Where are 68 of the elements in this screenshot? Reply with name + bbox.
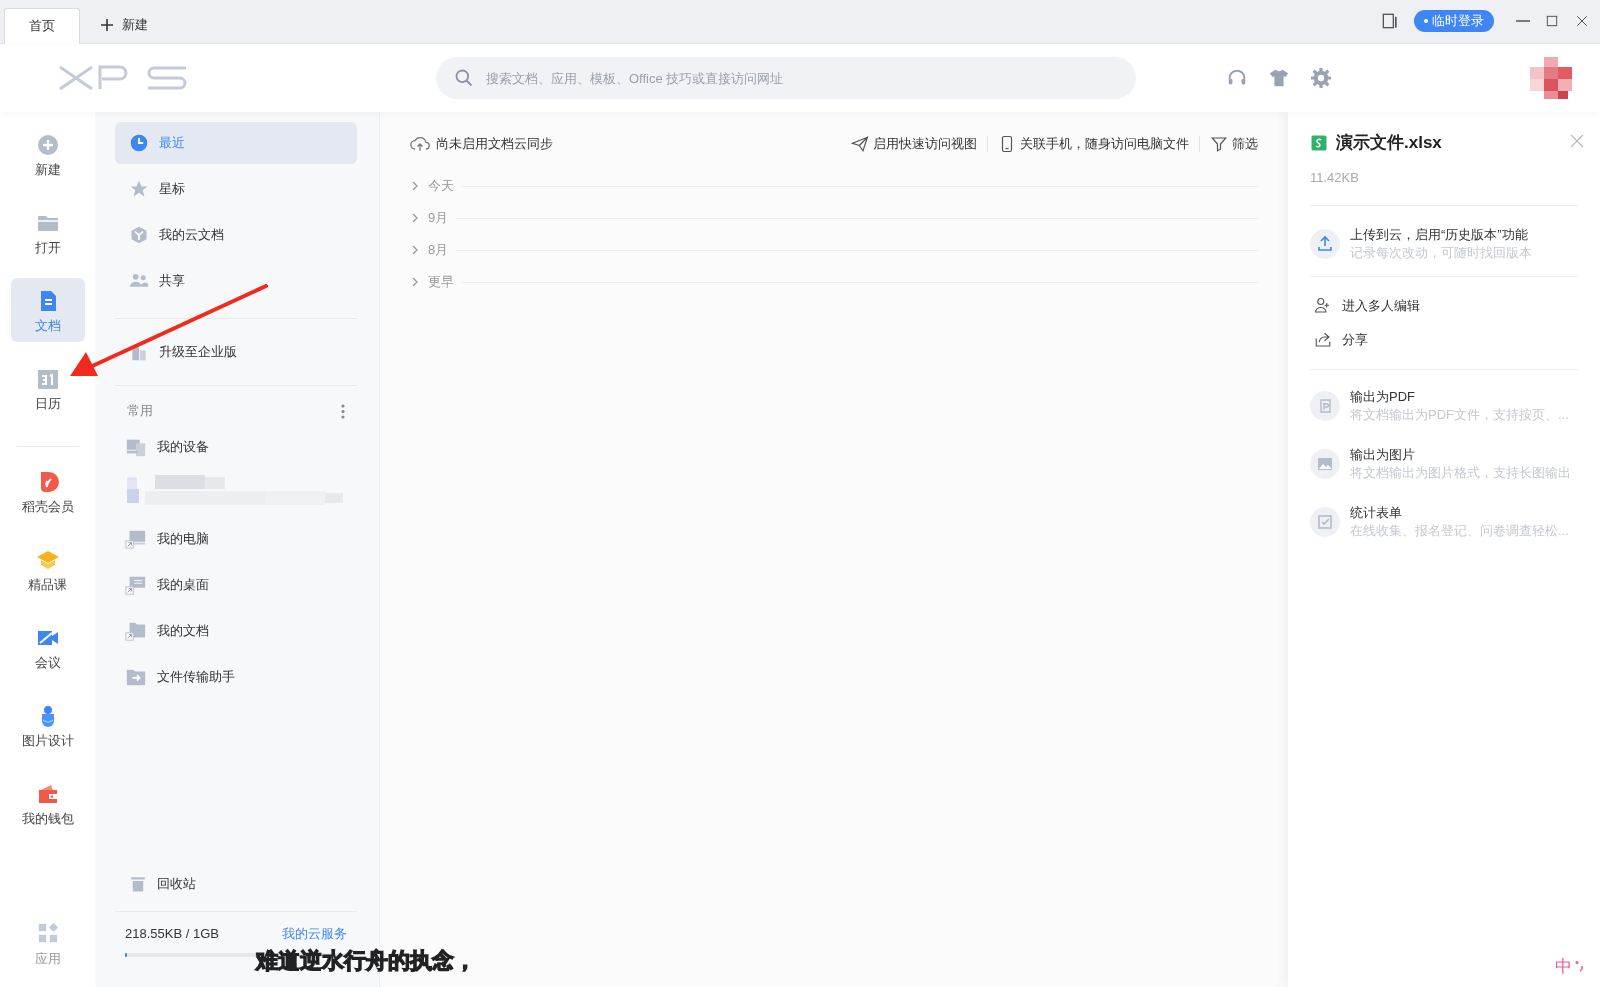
quick-view-button[interactable]: 启用快速访问视图 [851, 134, 977, 154]
settings-icon [1310, 67, 1332, 89]
action-item[interactable]: 分享 [1310, 323, 1578, 357]
cloud-sync-status[interactable]: 尚未启用文档云同步 [410, 134, 553, 154]
search-field[interactable]: 搜索文档、应用、模板、Office 技巧或直接访问网址 [436, 57, 1136, 99]
chevron-icon [410, 245, 420, 255]
shirt-icon [1268, 67, 1290, 89]
rail-item[interactable]: 精品课 [10, 537, 85, 601]
trash-item[interactable]: 回收站 [115, 862, 357, 905]
pdf-icon [1310, 391, 1340, 421]
image-icon [1310, 449, 1340, 479]
close-icon [1574, 13, 1590, 29]
link-phone-button[interactable]: 关联手机，随身访问电脑文件 [998, 134, 1189, 154]
maximize-icon [1544, 13, 1560, 29]
filter-button[interactable]: 筛选 [1210, 134, 1258, 154]
tab[interactable]: 首页 [4, 8, 80, 44]
plus-icon [35, 132, 60, 157]
action-item[interactable]: 上传到云，启用“历史版本”功能 记录每次改动，可随时找回版本 [1310, 226, 1578, 262]
file-name: 演示文件.xlsx [1336, 132, 1442, 154]
dot-icon [1424, 19, 1428, 23]
file-size: 11.42KB [1310, 168, 1360, 187]
tablet-icon [1380, 11, 1400, 31]
avatar[interactable] [1530, 57, 1572, 99]
plus-icon [100, 18, 114, 32]
nav-item[interactable]: 文件传输助手 [115, 654, 357, 700]
cloud-service-link[interactable]: 我的云服务 [282, 923, 347, 943]
checklist-icon [1310, 507, 1340, 537]
chevron-icon [410, 181, 420, 191]
nav-item[interactable]: 我的桌面 [115, 562, 357, 608]
desktop-icon [125, 574, 147, 596]
nav-item[interactable]: 我的文档 [115, 608, 357, 654]
rail-item[interactable]: 新建 [10, 122, 85, 186]
upload-icon [1310, 229, 1340, 259]
folder-icon [125, 620, 147, 642]
chevron-icon [410, 277, 420, 287]
upgrade-item[interactable]: 升级至企业版 [115, 331, 357, 373]
rail-item[interactable]: 图片设计 [10, 693, 85, 757]
trash-icon [129, 874, 147, 893]
section-title: 常用 [127, 402, 153, 421]
cloud-upload-icon [410, 135, 430, 153]
close-icon[interactable] [1570, 134, 1584, 148]
tab[interactable]: 新建 [80, 7, 168, 43]
add-person-icon [1314, 297, 1332, 315]
nav-item[interactable]: 我的云文档 [115, 214, 357, 256]
rail-item[interactable]: 稻壳会员 [10, 459, 85, 523]
punctuation-icon [1574, 958, 1586, 975]
spreadsheet-icon [1310, 133, 1328, 152]
clock-icon [129, 133, 149, 153]
chevron-icon [410, 213, 420, 223]
action-item[interactable]: 进入多人编辑 [1310, 289, 1578, 323]
rail-item[interactable]: 我的钱包 [10, 771, 85, 835]
rail-item[interactable]: 打开 [10, 200, 85, 264]
nav-item[interactable]: 星标 [115, 168, 357, 210]
login-button[interactable]: 临时登录 [1414, 10, 1494, 32]
star-icon [129, 179, 149, 199]
nav-item[interactable]: 我的电脑 [115, 516, 357, 562]
filter-icon [1210, 135, 1228, 153]
grid-icon [36, 922, 59, 944]
more-icon[interactable] [341, 403, 345, 419]
nav-item[interactable]: 我的设备 [115, 424, 357, 470]
cube-icon [129, 225, 149, 245]
rail-item[interactable]: 会议 [10, 615, 85, 679]
video-subtitle: 难道逆水行舟的执念， [256, 947, 476, 975]
share-icon [1314, 331, 1332, 349]
paper-plane-icon [851, 135, 869, 153]
nav-item[interactable]: 共享 [115, 260, 357, 302]
computer-icon [125, 528, 147, 550]
storage-usage: 218.55KB / 1GB [125, 924, 219, 943]
